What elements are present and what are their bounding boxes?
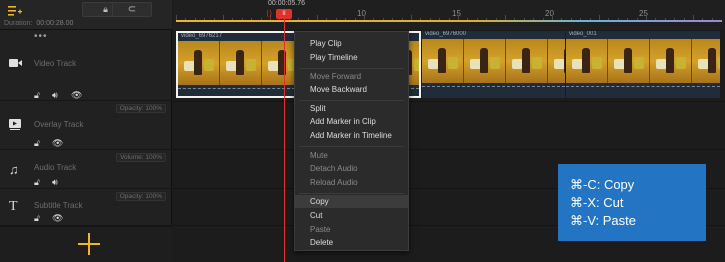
lock-icon[interactable]: 🔓︎ — [34, 213, 40, 223]
menu-item-detach-audio[interactable]: Detach Audio — [295, 162, 408, 175]
clip-label: video_001 — [569, 31, 597, 37]
duration-label: Duration: — [4, 20, 33, 27]
thumbnail — [608, 39, 650, 83]
clip-context-menu: Play Clip Play Timeline Move Forward Mov… — [294, 31, 409, 251]
eye-icon[interactable]: 👁︎ — [52, 213, 63, 223]
shortcut-callout: ⌘-C: Copy ⌘-X: Cut ⌘-V: Paste — [558, 164, 706, 241]
thumbnail — [178, 41, 220, 85]
lock-icon: 🔒︎ — [103, 4, 108, 14]
overlay-lane[interactable] — [173, 102, 725, 150]
overlay-opacity-pill[interactable]: Opacity: 100% — [115, 104, 166, 113]
clip-thumbnails — [422, 39, 565, 83]
thumbnail — [220, 41, 262, 85]
menu-item-play-timeline[interactable]: Play Timeline — [295, 51, 408, 64]
magnet-icon: ⊂ — [127, 4, 137, 15]
track-header-panel: 🔒︎ ⊂ Duration: 00:00:28.00 ••• Video Trac… — [0, 0, 172, 262]
lock-icon[interactable]: 🔓︎ — [34, 138, 40, 148]
thumbnail — [506, 39, 548, 83]
overlay-track-name: Overlay Track — [34, 120, 84, 129]
volume-icon[interactable]: 🔊︎ — [52, 177, 58, 187]
duration-readout: Duration: 00:00:28.00 — [4, 20, 73, 27]
playhead-time: 00:00:05.76 — [268, 0, 305, 7]
add-track-icon[interactable] — [8, 5, 22, 17]
add-track-plus-icon[interactable] — [78, 233, 100, 255]
menu-item-reload-audio[interactable]: Reload Audio — [295, 176, 408, 189]
eye-icon[interactable]: 👁︎ — [52, 138, 63, 148]
clip-label: video_6976217 — [181, 33, 223, 39]
menu-item-move-backward[interactable]: Move Backward — [295, 83, 408, 96]
clip-thumbnails — [566, 39, 720, 83]
overlay-track-header: Opacity: 100% Overlay Track 🔓︎ 👁︎ — [0, 102, 172, 150]
playhead-handle[interactable]: II — [276, 9, 292, 19]
thumbnail — [548, 39, 565, 83]
eye-icon[interactable]: 👁︎ — [71, 90, 82, 100]
track-menu-icon[interactable]: ••• — [34, 31, 48, 42]
video-clip[interactable]: video_001 — [566, 31, 720, 98]
text-icon: T — [9, 199, 18, 214]
shortcut-paste: ⌘-V: Paste — [570, 213, 636, 228]
video-clip[interactable]: video_6976000 — [422, 31, 565, 98]
subtitle-opacity-pill[interactable]: Opacity: 100% — [115, 192, 166, 201]
audio-track-header: Volume: 100% ♫ Audio Track 🔓︎ 🔊︎ — [0, 151, 172, 189]
menu-item-delete[interactable]: Delete — [295, 236, 408, 249]
track-footer — [0, 226, 172, 262]
menu-item-mute[interactable]: Mute — [295, 149, 408, 162]
video-track-header: ••• Video Track 🔓︎ 🔊︎ 👁︎ — [0, 31, 172, 101]
thumbnail — [650, 39, 692, 83]
thumbnail — [464, 39, 506, 83]
video-lane[interactable]: video_6976217 video_6976000 video_001 — [173, 31, 725, 102]
menu-separator — [299, 100, 404, 101]
video-camera-icon — [9, 57, 22, 71]
menu-separator — [299, 146, 404, 147]
volume-icon[interactable]: 🔊︎ — [52, 90, 58, 100]
timeline-ruler[interactable]: 10 15 20 25 — [173, 0, 725, 30]
shortcut-cut: ⌘-X: Cut — [570, 195, 624, 210]
timeline-range-bar[interactable] — [176, 20, 722, 22]
lock-icon[interactable]: 🔓︎ — [34, 177, 40, 187]
menu-item-cut[interactable]: Cut — [295, 209, 408, 222]
menu-item-move-forward[interactable]: Move Forward — [295, 70, 408, 83]
menu-separator — [299, 193, 404, 194]
ruler-tick-label: 15 — [452, 9, 461, 18]
marker-icon[interactable]: ⟨⟩ — [266, 9, 272, 18]
lock-icon[interactable]: 🔓︎ — [34, 90, 40, 100]
menu-item-split[interactable]: Split — [295, 102, 408, 115]
timeline-toolbar: 🔒︎ ⊂ Duration: 00:00:28.00 — [0, 0, 172, 30]
subtitle-track-header: Opacity: 100% T Subtitle Track 🔓︎ 👁︎ — [0, 190, 172, 226]
thumbnail — [422, 39, 464, 83]
magnet-button[interactable]: ⊂ — [112, 2, 152, 17]
shortcut-copy: ⌘-C: Copy — [570, 177, 635, 192]
video-track-name: Video Track — [34, 59, 77, 68]
menu-item-add-marker-timeline[interactable]: Add Marker in Timeline — [295, 129, 408, 142]
music-note-icon: ♫ — [9, 162, 19, 177]
audio-waveform — [422, 86, 565, 87]
audio-track-name: Audio Track — [34, 163, 77, 172]
menu-item-paste[interactable]: Paste — [295, 223, 408, 236]
menu-item-add-marker-clip[interactable]: Add Marker in Clip — [295, 115, 408, 128]
audio-waveform — [566, 86, 720, 87]
overlay-icon — [9, 119, 21, 133]
thumbnail — [566, 39, 608, 83]
audio-volume-pill[interactable]: Volume: 100% — [116, 153, 166, 162]
menu-item-copy[interactable]: Copy — [295, 195, 408, 208]
menu-separator — [299, 68, 404, 69]
thumbnail — [692, 39, 720, 83]
clip-label: video_6976000 — [425, 31, 467, 37]
subtitle-track-name: Subtitle Track — [34, 201, 83, 210]
duration-value: 00:00:28.00 — [36, 20, 74, 27]
menu-item-play-clip[interactable]: Play Clip — [295, 37, 408, 50]
playhead-line[interactable] — [284, 19, 285, 262]
